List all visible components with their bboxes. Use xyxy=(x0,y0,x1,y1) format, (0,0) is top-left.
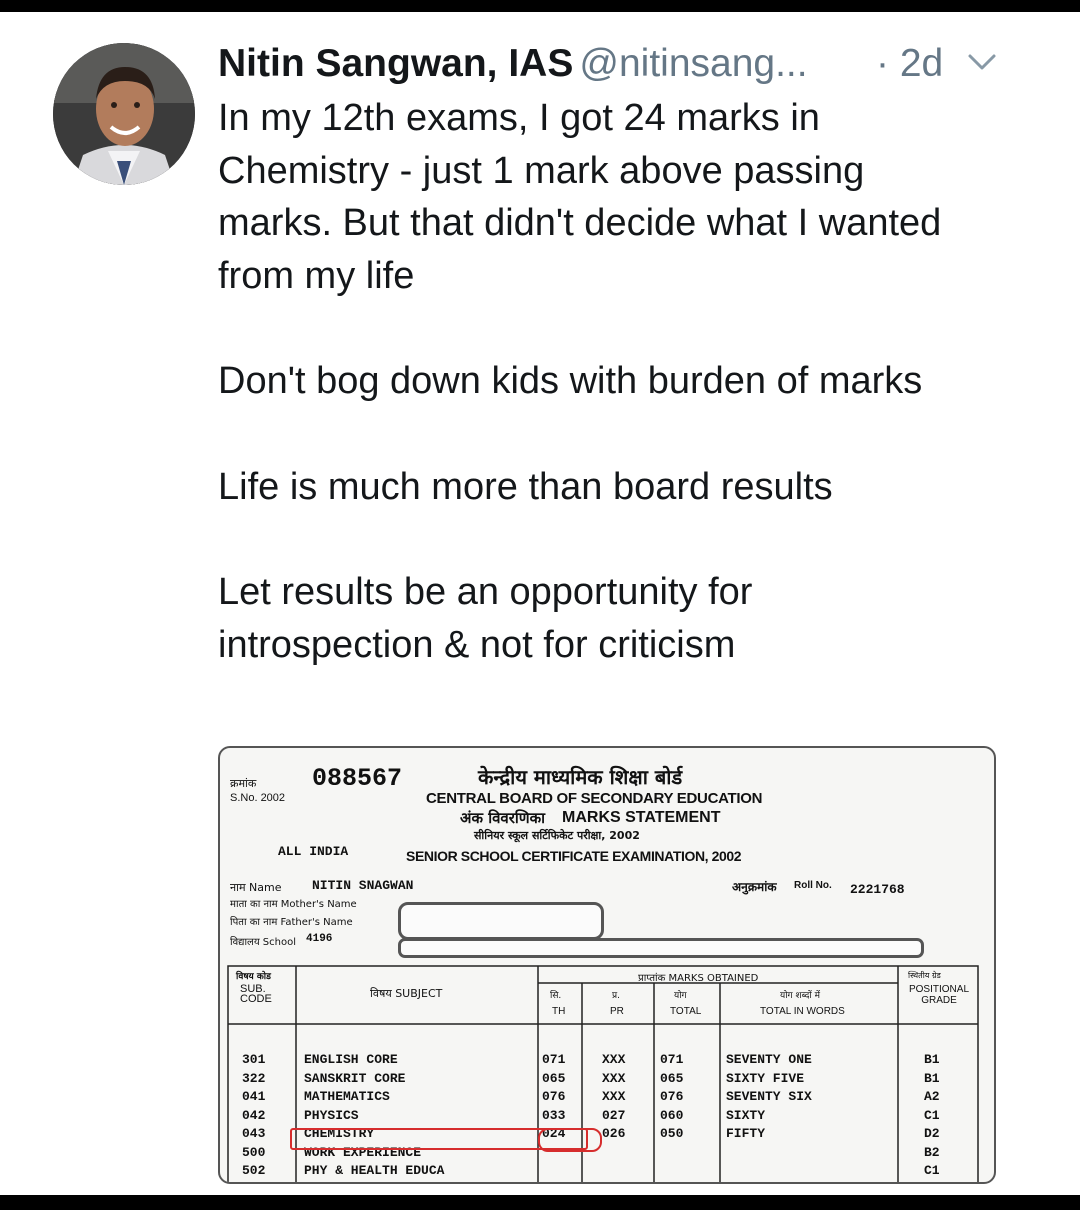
row-total: 050 xyxy=(660,1126,684,1141)
chemistry-marks-highlight xyxy=(538,1128,602,1152)
row-subject: SANSKRIT CORE xyxy=(304,1070,406,1086)
row-total: 060 xyxy=(660,1107,684,1123)
tweet-paragraph: In my 12th exams, I got 24 marks in Chem… xyxy=(218,97,942,297)
row-grade: C1 xyxy=(924,1107,940,1123)
row-grade: D2 xyxy=(924,1126,940,1141)
code-header-hindi: विषय कोड xyxy=(236,972,271,982)
marks-rows: 301 ENGLISH CORE 071 XXX 071 SEVENTY ONE… xyxy=(220,1052,994,1182)
row-code: 502 xyxy=(242,1163,266,1178)
row-pr: XXX xyxy=(602,1052,626,1067)
grade-header-hindi: स्थितीय ग्रेड xyxy=(908,971,941,980)
table-row: 301 ENGLISH CORE 071 XXX 071 SEVENTY ONE… xyxy=(220,1052,994,1071)
row-grade: B2 xyxy=(924,1144,940,1160)
row-pr: XXX xyxy=(602,1070,626,1086)
row-words: SIXTY FIVE xyxy=(726,1070,805,1086)
row-grade: B1 xyxy=(924,1070,940,1086)
code-header: SUB. CODE xyxy=(240,983,272,1005)
words-header: TOTAL IN WORDS xyxy=(760,1006,845,1017)
row-th: 076 xyxy=(542,1089,566,1104)
row-th: 071 xyxy=(542,1052,566,1067)
row-words: FIFTY xyxy=(726,1126,766,1141)
total-header-hindi: योग xyxy=(674,991,687,1001)
words-header-hindi: योग शब्दों में xyxy=(780,991,820,1001)
row-grade: B1 xyxy=(924,1052,940,1067)
row-code: 500 xyxy=(242,1144,266,1160)
tweet-header: Nitin Sangwan, IAS @nitinsang... · 2d xyxy=(218,36,1018,92)
row-words: SEVENTY SIX xyxy=(726,1089,812,1104)
row-subject: ENGLISH CORE xyxy=(304,1052,398,1067)
th-header: TH xyxy=(552,1006,566,1017)
pr-header: PR xyxy=(610,1006,624,1017)
row-total: 071 xyxy=(660,1052,684,1067)
row-code: 042 xyxy=(242,1107,266,1123)
tweet-timestamp[interactable]: · 2d xyxy=(876,36,943,92)
table-row: 041 MATHEMATICS 076 XXX 076 SEVENTY SIX … xyxy=(220,1089,994,1108)
tweet-paragraph: Don't bog down kids with burden of marks xyxy=(218,360,923,402)
row-grade: A2 xyxy=(924,1089,940,1104)
profile-photo-icon xyxy=(53,43,195,185)
tweet-paragraph: Let results be an opportunity for intros… xyxy=(218,571,753,666)
total-header: TOTAL xyxy=(670,1006,702,1017)
author-handle[interactable]: @nitinsang... xyxy=(579,42,807,85)
tweet-paragraph: Life is much more than board results xyxy=(218,465,833,508)
th-header-hindi: सि. xyxy=(550,991,562,1001)
author-name[interactable]: Nitin Sangwan, IAS xyxy=(218,42,573,85)
row-code: 041 xyxy=(242,1089,266,1104)
top-black-border xyxy=(0,0,1080,12)
row-total: 065 xyxy=(660,1070,684,1086)
row-pr: 026 xyxy=(602,1126,626,1141)
author-avatar[interactable] xyxy=(53,43,195,185)
row-code: 043 xyxy=(242,1126,266,1141)
row-subject: PHY & HEALTH EDUCA xyxy=(304,1163,445,1178)
row-pr: 027 xyxy=(602,1107,626,1123)
bottom-black-border xyxy=(0,1195,1080,1210)
marks-statement-image[interactable]: क्रमांक S.No. 2002 088567 केन्द्रीय माध्… xyxy=(218,746,996,1184)
row-total: 076 xyxy=(660,1089,684,1104)
chevron-down-icon[interactable] xyxy=(964,44,1000,80)
tweet-text: In my 12th exams, I got 24 marks in Chem… xyxy=(218,92,978,671)
grade-header: POSITIONAL GRADE xyxy=(908,984,969,1006)
row-subject: PHYSICS xyxy=(304,1107,359,1123)
row-pr: XXX xyxy=(602,1089,626,1104)
marks-obtained-header: प्राप्तांक MARKS OBTAINED xyxy=(638,973,759,984)
subject-header: विषय SUBJECT xyxy=(370,987,443,1000)
table-row: 322 SANSKRIT CORE 065 XXX 065 SIXTY FIVE… xyxy=(220,1071,994,1090)
row-code: 322 xyxy=(242,1070,266,1086)
row-subject: MATHEMATICS xyxy=(304,1089,390,1104)
table-row: 502 PHY & HEALTH EDUCA C1 xyxy=(220,1163,994,1182)
pr-header-hindi: प्र. xyxy=(612,991,620,1001)
table-row: 042 PHYSICS 033 027 060 SIXTY C1 xyxy=(220,1108,994,1127)
row-words: SEVENTY ONE xyxy=(726,1052,812,1067)
row-code: 301 xyxy=(242,1052,266,1067)
row-words: SIXTY xyxy=(726,1107,766,1123)
row-th: 065 xyxy=(542,1070,566,1086)
row-th: 033 xyxy=(542,1107,566,1123)
row-grade: C1 xyxy=(924,1163,940,1178)
